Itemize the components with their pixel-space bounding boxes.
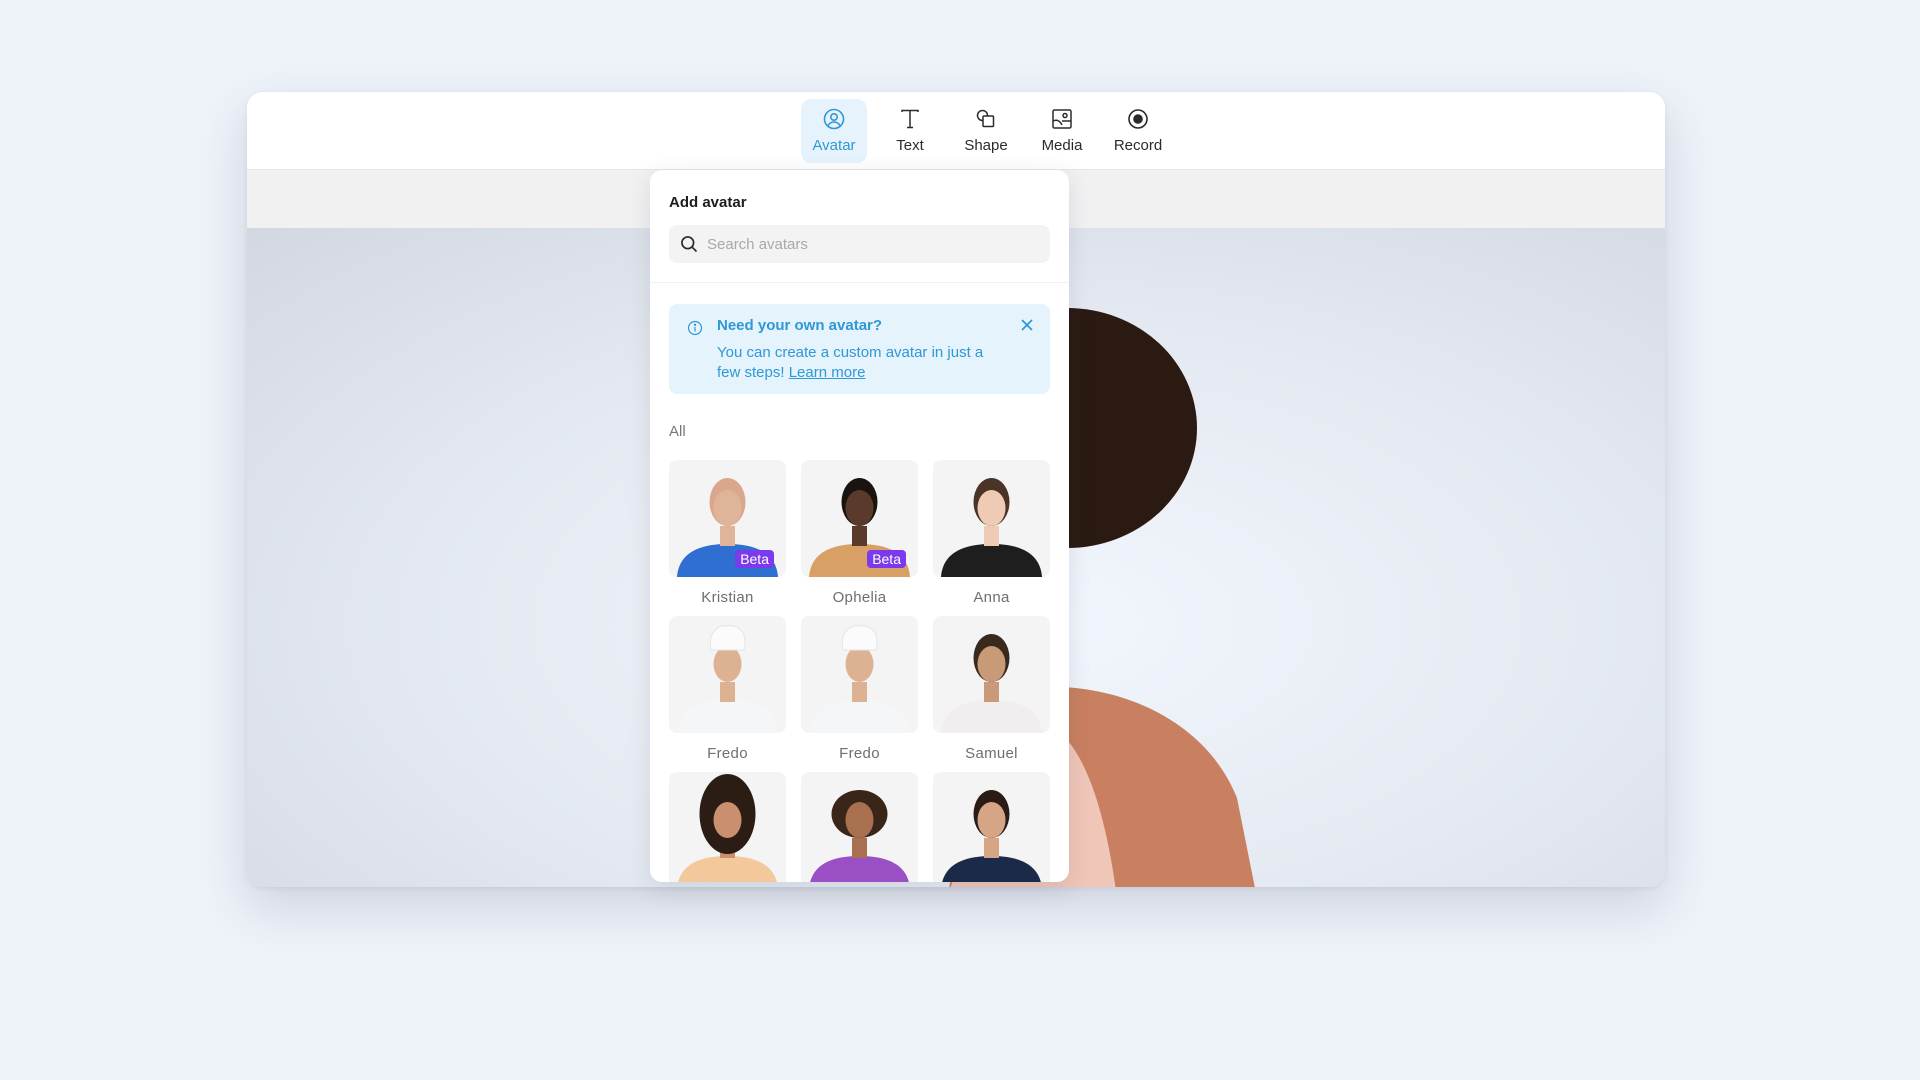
avatar-thumbnail[interactable] [669, 772, 786, 882]
avatar-card[interactable]: Beta Kristian [669, 460, 786, 609]
avatar-thumbnail[interactable]: Beta [669, 460, 786, 577]
close-icon[interactable] [1018, 316, 1036, 334]
avatar-name: Anna [973, 589, 1010, 606]
shape-icon [976, 109, 995, 128]
avatar-name: Kristian [701, 589, 754, 606]
avatar-grid: Beta Kristian Beta Ophelia Anna Fredo Fredo Sam… [669, 460, 1050, 882]
banner-title: Need your own avatar? [717, 317, 883, 334]
toolbar: Avatar Text Shape Media Record [247, 92, 1665, 169]
avatar-name: Ophelia [832, 589, 887, 606]
avatar-card[interactable] [933, 772, 1050, 882]
custom-avatar-banner: Need your own avatar? You can create a c… [669, 304, 1050, 394]
section-label-all: All [669, 423, 686, 440]
search-input[interactable] [707, 235, 1037, 253]
record-icon [1128, 109, 1148, 129]
avatar-thumbnail[interactable] [801, 772, 918, 882]
avatar-portrait [941, 634, 1042, 733]
avatar-card[interactable]: Fredo [669, 616, 786, 765]
tool-shape-label: Shape [964, 137, 1008, 154]
tool-record-label: Record [1113, 137, 1163, 154]
tool-shape[interactable]: Shape [953, 99, 1019, 163]
avatar-name: Fredo [707, 745, 748, 762]
tool-record[interactable]: Record [1105, 99, 1171, 163]
avatar-thumbnail[interactable]: Beta [801, 460, 918, 577]
learn-more-link[interactable]: Learn more [789, 364, 866, 381]
banner-body: You can create a custom avatar in just a… [717, 343, 997, 383]
avatar-portrait [677, 625, 778, 733]
avatar-thumbnail[interactable] [801, 616, 918, 733]
panel-title: Add avatar [669, 194, 747, 211]
tool-media-label: Media [1041, 137, 1083, 154]
avatar-portrait [941, 478, 1042, 577]
avatar-thumbnail[interactable] [669, 616, 786, 733]
avatar-thumbnail[interactable] [933, 616, 1050, 733]
avatar-portrait [809, 625, 910, 733]
avatar-thumbnail[interactable] [933, 460, 1050, 577]
avatar-card[interactable]: Fredo [801, 616, 918, 765]
avatar-card[interactable] [801, 772, 918, 882]
avatar-portrait [942, 790, 1041, 882]
avatar-card[interactable] [669, 772, 786, 882]
tool-avatar-label: Avatar [812, 137, 856, 154]
avatar-icon [823, 108, 845, 130]
search-box[interactable] [669, 225, 1050, 263]
media-icon [1052, 109, 1072, 129]
beta-badge: Beta [735, 550, 774, 568]
divider [650, 282, 1069, 283]
avatar-thumbnail[interactable] [933, 772, 1050, 882]
avatar-portrait [678, 774, 777, 882]
tool-group: Avatar Text Shape Media Record [801, 98, 1171, 163]
text-icon [901, 109, 919, 129]
search-icon [681, 236, 698, 253]
tool-avatar[interactable]: Avatar [801, 98, 867, 163]
beta-badge: Beta [867, 550, 906, 568]
add-avatar-panel: Add avatar Need your own avatar? You can… [650, 170, 1069, 882]
avatar-card[interactable]: Samuel [933, 616, 1050, 765]
avatar-name: Fredo [839, 745, 880, 762]
tool-text[interactable]: Text [877, 99, 943, 163]
tool-text-label: Text [896, 137, 924, 154]
info-icon [687, 320, 703, 336]
avatar-card[interactable]: Beta Ophelia [801, 460, 918, 609]
avatar-portrait [810, 790, 909, 882]
avatar-card[interactable]: Anna [933, 460, 1050, 609]
avatar-name: Samuel [965, 745, 1018, 762]
tool-media[interactable]: Media [1029, 99, 1095, 163]
